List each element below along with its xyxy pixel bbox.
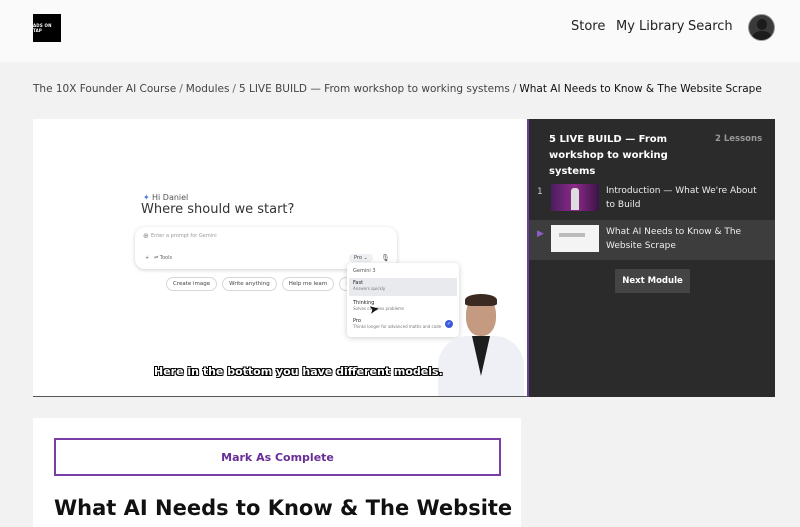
avatar-body (752, 31, 772, 40)
video-chip: Write anything (222, 277, 277, 291)
nav-store-link[interactable]: Store (571, 19, 605, 34)
lesson-sidebar: 5 LIVE BUILD — From workshop to working … (527, 119, 775, 397)
breadcrumb: The 10X Founder AI Course / Modules/5 LIVE… (33, 83, 762, 95)
plus-icon: ⊕ (143, 232, 149, 240)
lesson-title: What AI Needs to Know & The Website Scra… (606, 227, 742, 251)
breadcrumb-current: What AI Needs to Know & The Website Scra… (519, 83, 762, 95)
model-button-label: Pro (354, 255, 362, 261)
avatar[interactable] (748, 14, 775, 41)
presenter-hair (465, 294, 497, 306)
breadcrumb-course[interactable]: The 10X Founder AI Course (33, 83, 176, 95)
breadcrumb-module[interactable]: 5 LIVE BUILD — From workshop to working … (239, 83, 510, 95)
lesson-count: 2 Lessons (715, 134, 763, 144)
breadcrumb-modules[interactable]: Modules (186, 83, 230, 95)
logo[interactable]: ADS ON TAP (33, 14, 61, 42)
mark-complete-button[interactable]: Mark As Complete (54, 438, 501, 476)
lesson-item[interactable]: 1 Introduction — What We're About to Bui… (529, 179, 775, 219)
breadcrumb-separator: / (179, 83, 183, 95)
video-chip: Help me learn (281, 277, 335, 291)
lesson-heading: What AI Needs to Know & The Website (54, 496, 513, 520)
module-title: 5 LIVE BUILD — From workshop to working … (549, 134, 668, 177)
video-tools-label: + ⇌ Tools (145, 255, 173, 261)
avatar-head (757, 19, 767, 30)
sparkle-icon: ✦ (143, 193, 150, 202)
next-module-button[interactable]: Next Module (615, 269, 690, 293)
play-icon: ▶ (537, 229, 544, 239)
mic-icon: 🎙 (381, 254, 390, 262)
presenter-figure (428, 294, 528, 396)
tools-text: Tools (159, 255, 173, 261)
video-greeting: Hi Daniel (152, 193, 189, 202)
lesson-item-active[interactable]: ▶ What AI Needs to Know & The Website Sc… (529, 220, 775, 260)
model-menu-title: Gemini 3 (353, 268, 376, 274)
video-chip: Create image (166, 277, 218, 291)
lesson-content: Mark As Complete What AI Needs to Know &… (33, 418, 521, 527)
nav-search-link[interactable]: Search (688, 19, 733, 34)
lesson-title: Introduction — What We're About to Build (606, 186, 757, 210)
site-header: ADS ON TAP Store My Library Search (0, 0, 800, 62)
lesson-thumbnail (551, 225, 599, 252)
mouse-cursor-icon: ➤ (367, 301, 381, 317)
breadcrumb-separator: / (232, 83, 236, 95)
video-player[interactable]: ✦ Hi Daniel Where should we start? ⊕ Ent… (33, 119, 528, 397)
nav-library-link[interactable]: My Library (616, 19, 685, 34)
model-option-desc: Answers quickly (353, 286, 386, 291)
lesson-thumbnail (551, 184, 599, 211)
video-prompt-placeholder: Enter a prompt for Gemini (151, 233, 217, 239)
video-question: Where should we start? (141, 202, 295, 217)
lesson-number: 1 (537, 187, 543, 197)
breadcrumb-separator: / (512, 83, 517, 95)
video-caption: Here in the bottom you have different mo… (154, 365, 443, 378)
video-model-button: Pro ⌄ (349, 254, 373, 262)
